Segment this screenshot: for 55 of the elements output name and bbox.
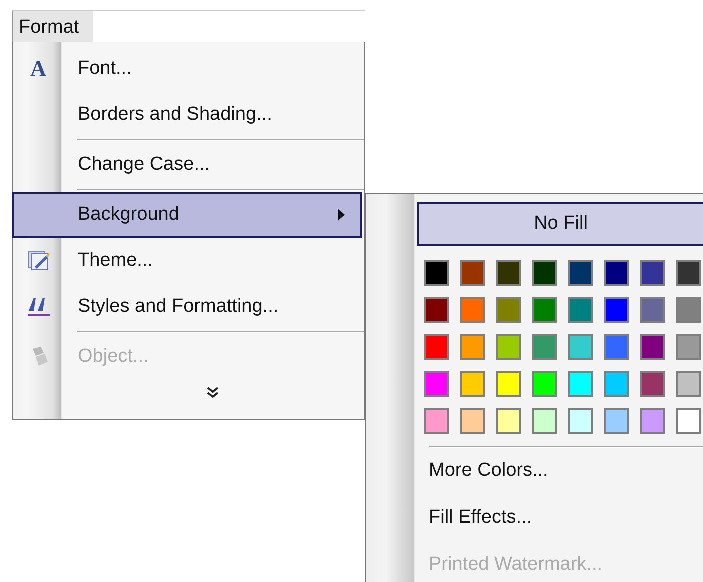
color-swatch[interactable] [640, 371, 665, 397]
color-swatch[interactable] [532, 334, 557, 360]
color-swatch[interactable] [460, 408, 485, 434]
expand-chevron-icon[interactable] [206, 386, 220, 400]
menu-item[interactable]: Styles and Formatting... [12, 284, 362, 330]
styles-icon [26, 295, 50, 319]
color-swatch[interactable] [496, 371, 521, 397]
color-swatch[interactable] [604, 334, 629, 360]
color-swatch[interactable] [604, 297, 629, 323]
color-swatch[interactable] [640, 334, 665, 360]
color-swatch[interactable] [460, 371, 485, 397]
menu-item[interactable]: Change Case... [12, 142, 362, 188]
menu-item[interactable]: Theme... [12, 238, 362, 284]
color-swatch[interactable] [460, 297, 485, 323]
menu-item[interactable]: Background [12, 192, 362, 238]
color-swatch[interactable] [604, 408, 629, 434]
color-swatch[interactable] [496, 260, 521, 286]
menu-item[interactable]: Borders and Shading... [12, 92, 362, 138]
color-swatch[interactable] [640, 408, 665, 434]
submenu-arrow-icon [338, 209, 346, 221]
color-swatch[interactable] [532, 260, 557, 286]
color-swatch[interactable] [640, 297, 665, 323]
theme-icon [26, 250, 50, 272]
color-swatch[interactable] [604, 260, 629, 286]
color-swatch[interactable] [568, 260, 593, 286]
color-swatch[interactable] [532, 371, 557, 397]
color-swatch[interactable] [460, 260, 485, 286]
letter-icon: A [30, 58, 46, 80]
color-swatch[interactable] [424, 371, 449, 397]
color-swatch[interactable] [604, 371, 629, 397]
menu-title[interactable]: Format [12, 11, 94, 43]
color-swatch[interactable] [676, 408, 701, 434]
color-swatch[interactable] [424, 334, 449, 360]
color-swatch[interactable] [424, 408, 449, 434]
color-swatch[interactable] [676, 371, 701, 397]
menu-item[interactable]: Fill Effects... [417, 495, 703, 542]
color-swatch[interactable] [460, 334, 485, 360]
color-swatch[interactable] [532, 408, 557, 434]
color-swatch[interactable] [496, 297, 521, 323]
color-swatch[interactable] [496, 408, 521, 434]
color-swatch[interactable] [568, 334, 593, 360]
menu-item[interactable]: More Colors... [417, 448, 703, 495]
color-swatch[interactable] [676, 334, 701, 360]
color-swatch[interactable] [640, 260, 665, 286]
color-swatch[interactable] [676, 260, 701, 286]
color-swatch[interactable] [424, 297, 449, 323]
color-swatch[interactable] [532, 297, 557, 323]
color-swatch[interactable] [568, 297, 593, 323]
color-swatch[interactable] [568, 371, 593, 397]
color-swatch[interactable] [424, 260, 449, 286]
color-swatch[interactable] [676, 297, 701, 323]
color-swatch[interactable] [568, 408, 593, 434]
menu-item[interactable]: A Font... [12, 46, 362, 92]
no-fill-button[interactable]: No Fill [417, 202, 703, 246]
color-swatch[interactable] [496, 334, 521, 360]
